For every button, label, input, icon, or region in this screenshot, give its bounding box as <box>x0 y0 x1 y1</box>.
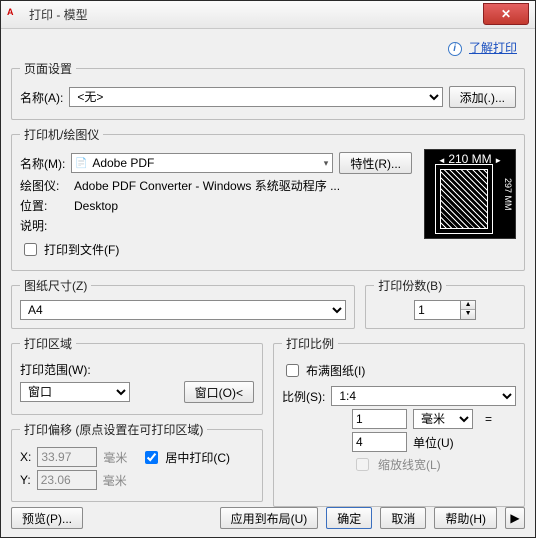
pdf-icon: 📄 <box>74 156 88 170</box>
plotter-value: Adobe PDF Converter - Windows 系统驱动程序 ... <box>74 177 340 194</box>
location-label: 位置: <box>20 197 68 214</box>
printer-legend: 打印机/绘图仪 <box>20 126 103 143</box>
offset-x-label: X: <box>20 450 31 464</box>
offset-y-unit: 毫米 <box>103 472 127 489</box>
fit-to-paper-label: 布满图纸(I) <box>306 362 365 379</box>
plotter-label: 绘图仪: <box>20 177 68 194</box>
center-plot-checkbox[interactable] <box>145 451 158 464</box>
offset-x-unit: 毫米 <box>103 449 127 466</box>
drawing-unit-label: 单位(U) <box>413 434 454 451</box>
page-setup-name-label: 名称(A): <box>20 89 63 106</box>
location-value: Desktop <box>74 199 118 213</box>
expand-button[interactable]: ▶ <box>505 507 525 529</box>
window-title: 打印 - 模型 <box>29 6 483 23</box>
copies-legend: 打印份数(B) <box>374 277 446 294</box>
printer-name-value: Adobe PDF <box>92 156 154 170</box>
copies-up[interactable]: ▲ <box>461 301 475 310</box>
offset-y-input <box>37 470 97 490</box>
cancel-button[interactable]: 取消 <box>380 507 426 529</box>
page-setup-add-button[interactable]: 添加(.)... <box>449 86 516 108</box>
scale-denominator-input[interactable] <box>352 432 407 452</box>
scale-lineweights-label: 缩放线宽(L) <box>378 456 441 473</box>
preview-button[interactable]: 预览(P)... <box>11 507 83 529</box>
print-scale-legend: 打印比例 <box>282 335 338 352</box>
titlebar: A 打印 - 模型 ✕ <box>1 1 535 29</box>
close-icon: ✕ <box>501 7 511 21</box>
paper-size-select[interactable]: A4 <box>20 300 346 320</box>
scale-select[interactable]: 1:4 <box>331 386 516 406</box>
printer-name-select[interactable]: 📄 Adobe PDF ▾ <box>71 153 333 173</box>
paper-height-label: 297 MM <box>503 150 513 238</box>
equals-sign: = <box>485 412 492 426</box>
info-icon: i <box>448 42 462 56</box>
chevron-right-icon: ▶ <box>510 511 519 525</box>
page-setup-group: 页面设置 名称(A): <无> 添加(.)... <box>11 60 525 120</box>
plot-dialog: A 打印 - 模型 ✕ i 了解打印 页面设置 名称(A): <无> 添加(.)… <box>0 0 536 538</box>
paper-hatch <box>440 169 488 229</box>
paper-size-legend: 图纸尺寸(Z) <box>20 277 91 294</box>
apply-to-layout-button[interactable]: 应用到布局(U) <box>220 507 319 529</box>
print-range-select[interactable]: 窗口 <box>20 382 130 402</box>
copies-input[interactable] <box>414 300 460 320</box>
page-setup-name-select[interactable]: <无> <box>69 87 442 107</box>
copies-spinner[interactable]: ▲ ▼ <box>414 300 476 320</box>
center-plot-label: 居中打印(C) <box>165 449 230 466</box>
print-area-legend: 打印区域 <box>20 335 76 352</box>
scale-unit-select[interactable]: 毫米 <box>413 409 473 429</box>
scale-lineweights-checkbox <box>356 458 369 471</box>
scale-label: 比例(S): <box>282 388 325 405</box>
print-to-file-checkbox[interactable] <box>24 243 37 256</box>
paper-preview: ◄ 210 MM ► 297 MM <box>424 149 516 239</box>
print-offset-group: 打印偏移 (原点设置在可打印区域) X: 毫米 居中打印(C) Y: 毫米 <box>11 421 263 502</box>
ok-button[interactable]: 确定 <box>326 507 372 529</box>
close-button[interactable]: ✕ <box>483 3 529 25</box>
description-label: 说明: <box>20 217 68 234</box>
dialog-body: i 了解打印 页面设置 名称(A): <无> 添加(.)... 打印机/绘图仪 … <box>1 29 535 537</box>
learn-about-plotting-link[interactable]: 了解打印 <box>469 41 517 55</box>
paper-page <box>435 164 493 234</box>
app-icon: A <box>7 7 23 23</box>
page-setup-legend: 页面设置 <box>20 60 76 77</box>
help-button[interactable]: 帮助(H) <box>434 507 497 529</box>
learn-row: i 了解打印 <box>11 37 525 60</box>
copies-down[interactable]: ▼ <box>461 310 475 319</box>
print-range-label: 打印范围(W): <box>20 361 91 378</box>
printer-name-label: 名称(M): <box>20 155 65 172</box>
offset-y-label: Y: <box>20 473 31 487</box>
window-pick-button[interactable]: 窗口(O)< <box>184 381 254 403</box>
print-offset-legend: 打印偏移 (原点设置在可打印区域) <box>20 421 207 438</box>
fit-to-paper-checkbox[interactable] <box>286 364 299 377</box>
offset-x-input <box>37 447 97 467</box>
print-to-file-label: 打印到文件(F) <box>44 241 119 258</box>
scale-numerator-input[interactable] <box>352 409 407 429</box>
printer-group: 打印机/绘图仪 名称(M): 📄 Adobe PDF ▾ 特性(R)... 绘图… <box>11 126 525 271</box>
print-area-group: 打印区域 打印范围(W): 窗口 窗口(O)< <box>11 335 263 415</box>
copies-group: 打印份数(B) ▲ ▼ <box>365 277 525 329</box>
printer-properties-button[interactable]: 特性(R)... <box>339 152 412 174</box>
print-scale-group: 打印比例 布满图纸(I) 比例(S): 1:4 毫米 <box>273 335 525 507</box>
dialog-footer: 预览(P)... 应用到布局(U) 确定 取消 帮助(H) ▶ <box>11 507 525 529</box>
chevron-down-icon: ▾ <box>324 158 331 169</box>
paper-size-group: 图纸尺寸(Z) A4 <box>11 277 355 329</box>
